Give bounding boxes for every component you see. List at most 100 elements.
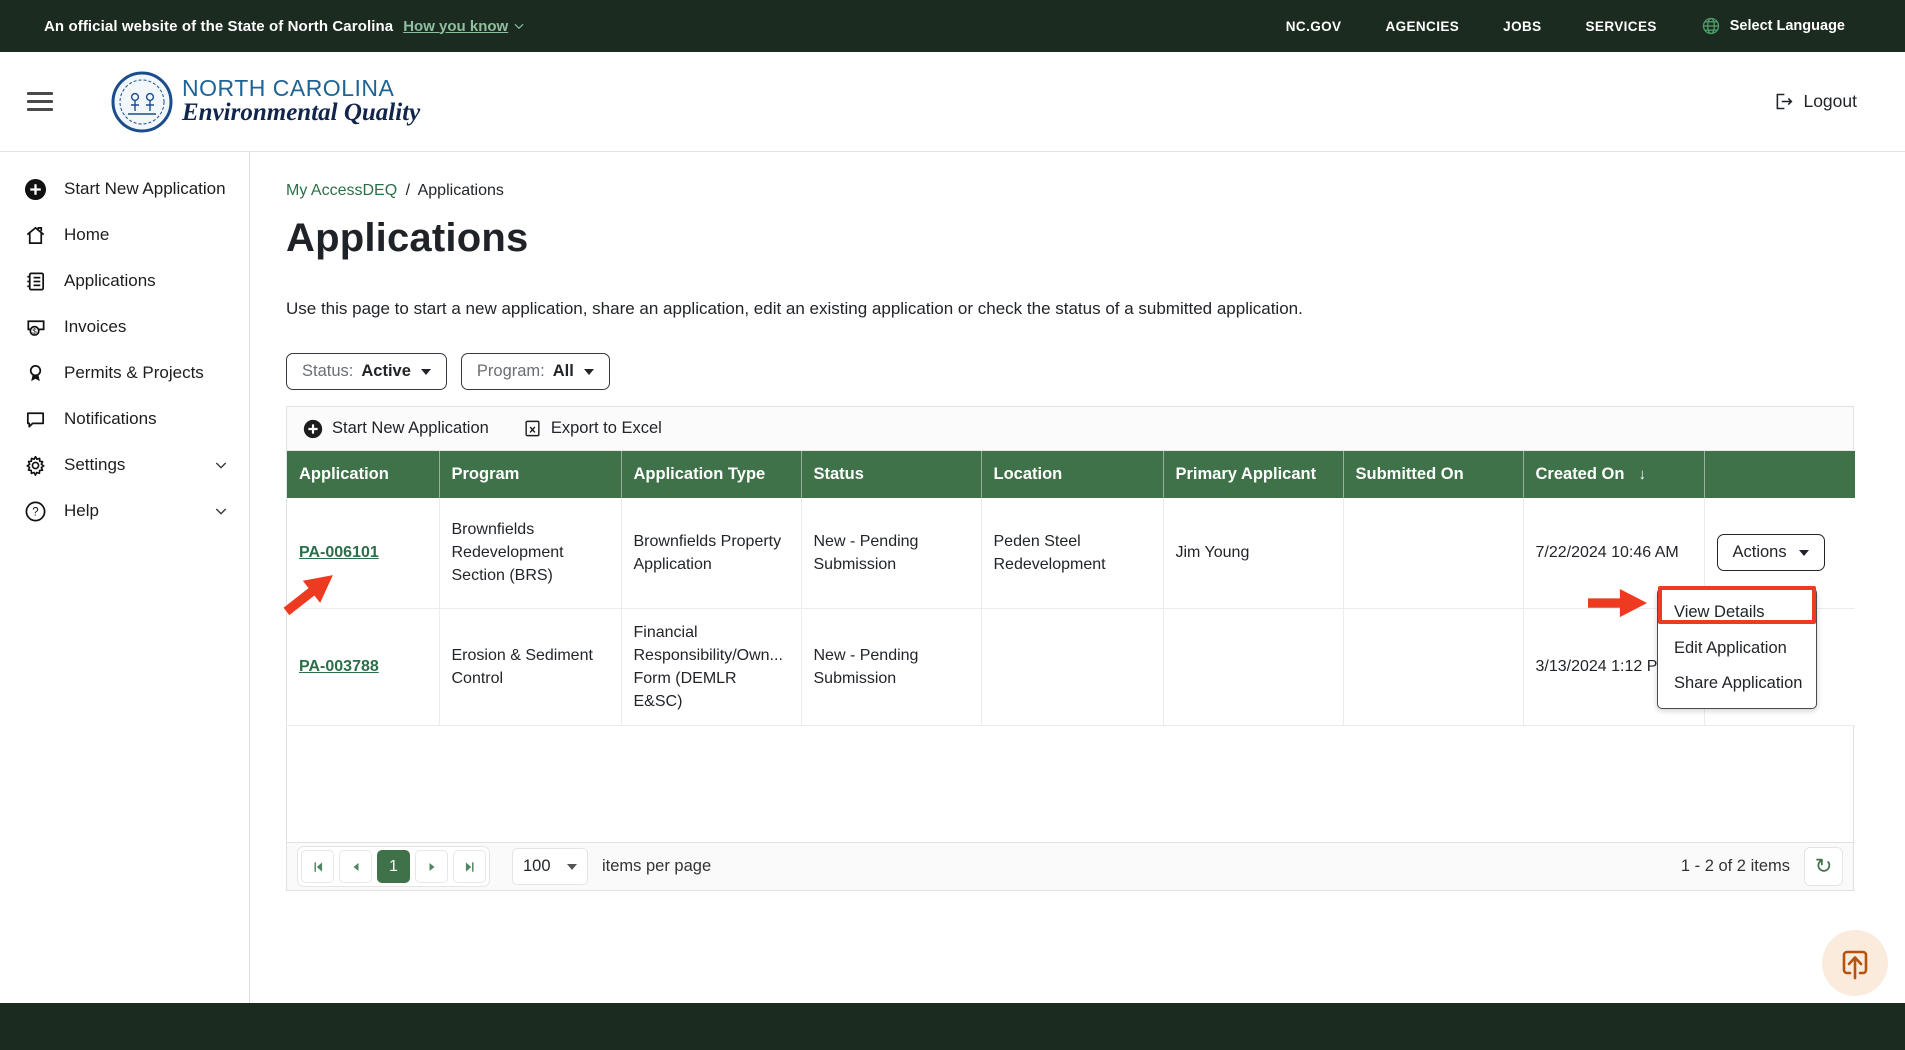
previous-page-icon	[350, 861, 362, 873]
col-header-submitted-on[interactable]: Submitted On	[1343, 451, 1523, 498]
caret-down-icon	[584, 369, 594, 375]
applications-icon	[23, 270, 47, 293]
items-per-page-label: items per page	[602, 857, 711, 876]
menu-item-view-details[interactable]: View Details	[1658, 595, 1816, 631]
export-arrow-icon	[1837, 945, 1873, 981]
official-website-text: An official website of the State of Nort…	[44, 18, 393, 35]
logout-button[interactable]: Logout	[1773, 91, 1857, 112]
sort-descending-icon: ↓	[1638, 466, 1646, 483]
menu-item-share-application[interactable]: Share Application	[1658, 666, 1816, 702]
table-row: PA-006101 Brownfields Redevelopment Sect…	[287, 498, 1855, 608]
cell-location	[981, 608, 1163, 726]
col-header-application[interactable]: Application	[287, 451, 439, 498]
help-icon: ?	[23, 500, 47, 523]
actions-dropdown-menu: View Details Edit Application Share Appl…	[1657, 588, 1817, 709]
next-page-button[interactable]	[415, 850, 448, 883]
start-new-application-button[interactable]: Start New Application	[303, 419, 489, 439]
applications-grid: Start New Application Export to Excel Ap…	[286, 406, 1854, 891]
breadcrumb: My AccessDEQ / Applications	[286, 182, 1854, 200]
page-title: Applications	[286, 216, 1854, 261]
col-header-application-type[interactable]: Application Type	[621, 451, 801, 498]
feedback-floating-button[interactable]	[1822, 930, 1888, 996]
pagination-bar: 1 100 items per page 1 - 2 of 2 items	[287, 842, 1853, 890]
topbar-link-ncgov[interactable]: NC.GOV	[1286, 19, 1342, 34]
table-row: PA-003788 Erosion & Sediment Control Fin…	[287, 608, 1855, 726]
caret-down-icon	[1799, 550, 1809, 556]
globe-icon	[1701, 16, 1721, 36]
sidebar-item-settings[interactable]: Settings	[0, 442, 249, 488]
cell-application-type: Financial Responsibility/Own... Form (DE…	[621, 608, 801, 726]
previous-page-button[interactable]	[339, 850, 372, 883]
table-header-row: Application Program Application Type Sta…	[287, 451, 1855, 498]
filter-bar: Status: Active Program: All	[286, 353, 1854, 390]
application-link-pa-003788[interactable]: PA-003788	[299, 658, 379, 675]
cell-program: Erosion & Sediment Control	[439, 608, 621, 726]
chevron-down-icon	[213, 457, 229, 473]
sidebar-item-start-new-application[interactable]: Start New Application	[0, 166, 249, 212]
page-description: Use this page to start a new application…	[286, 299, 1854, 319]
sidebar-item-invoices[interactable]: $ Invoices	[0, 304, 249, 350]
topbar-link-jobs[interactable]: JOBS	[1503, 19, 1541, 34]
cell-primary-applicant: Jim Young	[1163, 498, 1343, 608]
page-1-button[interactable]: 1	[377, 850, 410, 883]
col-header-location[interactable]: Location	[981, 451, 1163, 498]
sidebar-item-notifications[interactable]: Notifications	[0, 396, 249, 442]
svg-text:?: ?	[32, 506, 38, 518]
cell-application-type: Brownfields Property Application	[621, 498, 801, 608]
how-you-know-link[interactable]: How you know	[403, 18, 526, 35]
grid-toolbar: Start New Application Export to Excel	[287, 407, 1853, 451]
notifications-icon	[23, 408, 47, 431]
page-size-select[interactable]: 100	[512, 848, 588, 885]
applications-table: Application Program Application Type Sta…	[287, 451, 1855, 726]
logout-icon	[1773, 91, 1794, 112]
top-utility-bar: An official website of the State of Nort…	[0, 0, 1905, 52]
first-page-button[interactable]	[301, 850, 334, 883]
topbar-link-agencies[interactable]: AGENCIES	[1385, 19, 1459, 34]
refresh-icon: ↻	[1815, 854, 1833, 879]
application-link-pa-006101[interactable]: PA-006101	[299, 544, 379, 561]
home-icon	[23, 224, 47, 247]
cell-submitted-on	[1343, 498, 1523, 608]
actions-dropdown-button[interactable]: Actions	[1717, 534, 1825, 571]
select-language-button[interactable]: Select Language	[1701, 16, 1845, 36]
col-header-program[interactable]: Program	[439, 451, 621, 498]
refresh-button[interactable]: ↻	[1804, 847, 1843, 886]
sidebar-item-home[interactable]: Home	[0, 212, 249, 258]
col-header-created-on[interactable]: Created On↓	[1523, 451, 1704, 498]
grid-empty-area	[287, 726, 1853, 842]
nc-deq-logo: NORTH CAROLINA Environmental Quality	[111, 71, 420, 133]
cell-submitted-on	[1343, 608, 1523, 726]
last-page-button[interactable]	[453, 850, 486, 883]
plus-circle-icon	[303, 419, 323, 439]
export-to-excel-button[interactable]: Export to Excel	[523, 419, 662, 438]
sidebar: Start New Application Home Applications …	[0, 152, 250, 1003]
sidebar-item-permits-projects[interactable]: Permits & Projects	[0, 350, 249, 396]
chevron-down-icon	[213, 503, 229, 519]
logo-line1: NORTH CAROLINA	[182, 76, 420, 100]
caret-down-icon	[421, 369, 431, 375]
col-header-actions	[1704, 451, 1855, 498]
sidebar-item-applications[interactable]: Applications	[0, 258, 249, 304]
cell-location: Peden Steel Redevelopment	[981, 498, 1163, 608]
menu-icon[interactable]	[27, 92, 53, 111]
program-filter-dropdown[interactable]: Program: All	[461, 353, 610, 390]
next-page-icon	[426, 861, 438, 873]
breadcrumb-current: Applications	[418, 182, 504, 199]
page-footer	[0, 1003, 1905, 1050]
invoices-icon: $	[23, 316, 47, 339]
sidebar-item-help[interactable]: ? Help	[0, 488, 249, 534]
main-content: My AccessDEQ / Applications Applications…	[250, 152, 1905, 1003]
menu-item-edit-application[interactable]: Edit Application	[1658, 631, 1816, 667]
col-header-status[interactable]: Status	[801, 451, 981, 498]
app-header: NORTH CAROLINA Environmental Quality Log…	[0, 52, 1905, 152]
state-seal-icon	[111, 71, 173, 133]
col-header-primary-applicant[interactable]: Primary Applicant	[1163, 451, 1343, 498]
excel-icon	[523, 419, 542, 438]
topbar-link-services[interactable]: SERVICES	[1586, 19, 1657, 34]
gear-icon	[23, 454, 47, 477]
pagination-range-label: 1 - 2 of 2 items	[1681, 857, 1790, 876]
breadcrumb-my-accessdeq[interactable]: My AccessDEQ	[286, 182, 397, 199]
status-filter-dropdown[interactable]: Status: Active	[286, 353, 447, 390]
cell-status: New - Pending Submission	[801, 608, 981, 726]
first-page-icon	[311, 860, 325, 874]
